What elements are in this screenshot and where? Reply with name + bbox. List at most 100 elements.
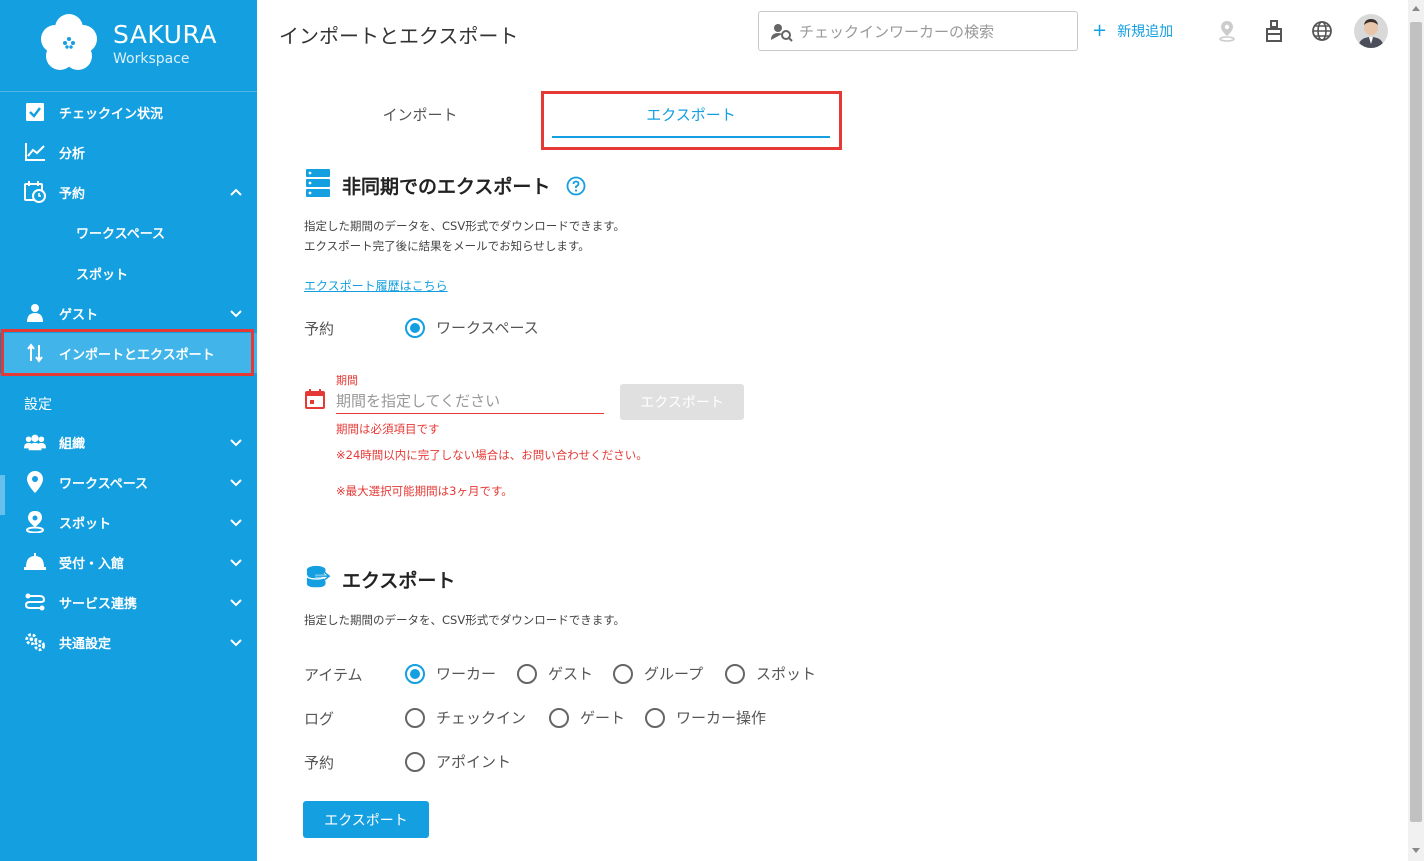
sidebar-item-analytics[interactable]: 分析 (0, 132, 257, 172)
sidebar-item-label: 予約 (59, 186, 86, 202)
sidebar-item-label: チェックイン状況 (59, 106, 164, 122)
radio-label: ゲート (580, 709, 626, 727)
radio-label: グループ (644, 665, 704, 683)
sidebar-item-reservation[interactable]: 予約 (0, 172, 257, 212)
help-icon[interactable] (566, 176, 586, 196)
radio-circle (517, 663, 537, 684)
highlight-box-sidebar (1, 329, 254, 376)
sidebar: SAKURA Workspace チェックイン状況 分析 予約 ワークスペース (0, 0, 257, 861)
calendar-icon[interactable] (305, 389, 325, 409)
radio-item-spot[interactable]: スポット (725, 663, 816, 684)
tab-import[interactable]: インポート (340, 104, 500, 128)
radio-log-worker-operation[interactable]: ワーカー操作 (645, 707, 766, 728)
checkbox-icon (24, 101, 46, 123)
search-input[interactable] (799, 20, 1069, 44)
sidebar-item-organization[interactable]: 組織 (0, 422, 257, 462)
user-avatar[interactable] (1354, 14, 1388, 48)
radio-label: スポット (756, 665, 817, 683)
sidebar-item-guest[interactable]: ゲスト (0, 293, 257, 333)
scroll-down-arrow-icon[interactable] (1412, 848, 1420, 853)
chevron-down-icon (230, 519, 242, 527)
radio-circle (405, 707, 425, 728)
async-export-description-1: 指定した期間のデータを、CSV形式でダウンロードできます。 (304, 219, 626, 233)
note-max-period: ※最大選択可能期間は3ヶ月です。 (336, 484, 513, 498)
chevron-down-icon (230, 479, 242, 487)
scroll-thumb[interactable] (1410, 22, 1422, 822)
sidebar-item-label: ワークスペース (59, 476, 149, 492)
async-export-title: 非同期でのエクスポート (342, 176, 551, 198)
globe-icon[interactable] (1311, 20, 1333, 42)
export-button[interactable]: エクスポート (303, 801, 429, 838)
line-chart-icon (24, 141, 46, 163)
server-stack-icon (306, 169, 330, 197)
sidebar-item-label: 共通設定 (59, 636, 112, 652)
reception-desk-icon[interactable] (1263, 20, 1285, 42)
radio-circle (725, 663, 745, 684)
people-group-icon (24, 431, 46, 453)
calendar-clock-icon (24, 181, 46, 203)
radio-circle (645, 707, 665, 728)
add-new-label: 新規追加 (1117, 24, 1174, 40)
radio-log-gate[interactable]: ゲート (549, 707, 625, 728)
export-history-link[interactable]: エクスポート履歴はこちら (304, 277, 448, 294)
export-title: エクスポート (342, 570, 456, 592)
database-export-icon (306, 565, 332, 588)
sidebar-item-common-settings[interactable]: 共通設定 (0, 622, 257, 662)
avatar-portrait-icon (1354, 14, 1388, 48)
scroll-up-arrow-icon[interactable] (1412, 6, 1420, 11)
radio-item-group[interactable]: グループ (613, 663, 703, 684)
gears-icon (24, 631, 46, 653)
sidebar-item-label: 分析 (59, 146, 86, 162)
radio-label: ワークスペース (436, 319, 539, 337)
chevron-down-icon (230, 639, 242, 647)
sidebar-item-label: ワークスペース (76, 226, 166, 242)
sidebar-item-label: 受付・入館 (59, 556, 125, 572)
highlight-box-export-tab (541, 91, 842, 150)
sidebar-subitem-workspace[interactable]: ワークスペース (0, 212, 257, 252)
chevron-up-icon (230, 188, 242, 196)
async-reservation-label: 予約 (304, 320, 335, 338)
sidebar-item-label: ゲスト (59, 307, 99, 323)
map-pin-icon (24, 471, 46, 493)
sidebar-item-label: スポット (59, 516, 112, 532)
radio-log-checkin[interactable]: チェックイン (405, 707, 526, 728)
sidebar-item-checkin-status[interactable]: チェックイン状況 (0, 92, 257, 132)
radio-item-guest[interactable]: ゲスト (517, 663, 593, 684)
sidebar-subitem-spot[interactable]: スポット (0, 253, 257, 293)
brand-sub: Workspace (113, 51, 190, 67)
chevron-down-icon (230, 439, 242, 447)
period-label: 期間 (336, 374, 358, 387)
sidebar-item-reception[interactable]: 受付・入館 (0, 542, 257, 582)
reception-bell-icon (24, 551, 46, 573)
period-input[interactable] (336, 388, 604, 414)
period-required-error: 期間は必須項目です (336, 422, 440, 436)
radio-async-workspace[interactable]: ワークスペース (405, 317, 539, 338)
sidebar-item-service-integration[interactable]: サービス連携 (0, 582, 257, 622)
sidebar-item-settings-workspace[interactable]: ワークスペース (0, 462, 257, 502)
export-description: 指定した期間のデータを、CSV形式でダウンロードできます。 (304, 613, 626, 627)
export-reservation-label: 予約 (304, 754, 335, 772)
sakura-logo-icon (41, 14, 97, 70)
radio-circle (549, 707, 569, 728)
sidebar-item-label: 組織 (59, 436, 86, 452)
chevron-down-icon (230, 599, 242, 607)
location-pin-icon[interactable] (1216, 20, 1238, 42)
sidebar-scrollbar[interactable] (0, 475, 5, 515)
radio-item-worker[interactable]: ワーカー (405, 663, 496, 684)
worker-search[interactable] (758, 11, 1078, 51)
page-title: インポートとエクスポート (279, 24, 519, 48)
radio-circle (405, 663, 425, 684)
async-export-button[interactable]: エクスポート (620, 384, 744, 420)
radio-label: チェックイン (436, 709, 527, 727)
chevron-down-icon (230, 310, 242, 318)
add-new-button[interactable]: + 新規追加 (1092, 21, 1173, 41)
page-scrollbar[interactable] (1408, 0, 1424, 861)
integration-icon (24, 591, 46, 613)
settings-section-label: 設定 (24, 397, 52, 413)
radio-label: ワーカー操作 (676, 709, 767, 727)
radio-reservation-appointment[interactable]: アポイント (405, 751, 511, 772)
radio-circle (613, 663, 633, 684)
brand-logo[interactable]: SAKURA Workspace (0, 0, 257, 92)
user-search-icon (771, 24, 793, 42)
sidebar-item-settings-spot[interactable]: スポット (0, 502, 257, 542)
